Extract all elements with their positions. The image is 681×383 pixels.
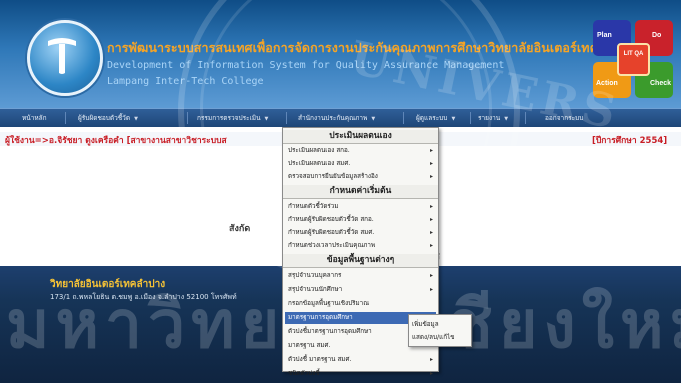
menu-divider: [286, 112, 287, 124]
menu-item-set-assessment-period[interactable]: กำหนดช่วงเวลาประเมินคุณภาพ ▸: [285, 240, 436, 252]
pdca-center-badge: LIT QA: [617, 43, 650, 76]
chevron-down-icon: ▼: [504, 116, 509, 122]
menu-item-logout[interactable]: ออกจากระบบ: [545, 113, 583, 123]
menu-item-self-assessment-onesqa[interactable]: ประเมินผลตนเอง สมศ. ▸: [285, 158, 436, 170]
menu-divider: [525, 112, 526, 124]
chevron-down-icon: ▼: [371, 116, 376, 122]
menu-item-student-summary[interactable]: สรุปจำนวนนักศึกษา ▸: [285, 284, 436, 296]
footer-address: 173/1 ถ.พหลโยธิน ต.ชมพู อ.เมือง จ.ลำปาง …: [50, 293, 237, 301]
menu-item-qa-office[interactable]: สำนักงานประกันคุณภาพ ▼: [298, 113, 375, 123]
submenu-add-data[interactable]: เพิ่มข้อมูล: [412, 319, 439, 329]
chevron-right-icon: ▸: [429, 173, 433, 180]
chevron-down-icon: ▼: [264, 116, 269, 122]
chevron-right-icon: ▸: [429, 203, 433, 210]
chevron-down-icon: ▼: [451, 116, 456, 122]
menu-item-onesqa-indicators[interactable]: ตัวบ่งชี้ มาตรฐาน สมศ. ▸: [285, 354, 436, 366]
menu-item-indicator-owner[interactable]: ผู้รับผิดชอบตัวชี้วัด ▼: [78, 113, 138, 123]
menu-divider: [65, 112, 66, 124]
header-banner: การพัฒนาระบบสารสนเทศเพื่อการจัดการงานประ…: [0, 0, 681, 108]
menu-item-verify-reference-data[interactable]: ตรวจสอบการยืนยันข้อมูลสร้างอิง ▸: [285, 171, 436, 183]
app-subtitle-english: Development of Information System for Qu…: [107, 60, 505, 71]
menu-divider: [470, 112, 471, 124]
menu-section-header-self-assessment: ประเมินผลตนเอง: [283, 130, 438, 144]
logged-in-user: ผู้ใช้งาน=>อ.จิรัชยา ดูงเครือคำ [สาขางาน…: [5, 136, 227, 146]
app-title-thai: การพัฒนาระบบสารสนเทศเพื่อการจัดการงานประ…: [107, 40, 635, 55]
menu-item-set-shared-indicators[interactable]: กำหนดตัวชี้วัดร่วม ▸: [285, 201, 436, 213]
menu-divider: [187, 112, 188, 124]
menu-item-quantitative-data-entry[interactable]: กรอกข้อมูลพื้นฐานเชิงปริมาณ: [285, 298, 436, 310]
chevron-right-icon: ▸: [429, 216, 433, 223]
menu-item-set-owner-onesqa[interactable]: กำหนดผู้รับผิดชอบตัวชี้วัด สมศ. ▸: [285, 227, 436, 239]
menu-section-header-basic-data: ข้อมูลพื้นฐานต่างๆ: [283, 254, 438, 268]
logo-emblem-icon: [48, 38, 76, 74]
college-name-english: Lampang Inter-Tech College: [107, 76, 264, 87]
menu-item-indicator-types[interactable]: ชนิดตัวบ่งชี้ ▸: [285, 368, 436, 380]
chevron-right-icon: ▸: [429, 356, 433, 363]
submenu-view-delete-edit[interactable]: แสดง/ลบ/แก้ไข: [412, 332, 455, 342]
chevron-right-icon: ▸: [429, 272, 433, 279]
academic-year: [ปีการศึกษา 2554]: [592, 136, 668, 146]
menu-item-admin[interactable]: ผู้ดูแลระบบ ▼: [416, 113, 455, 123]
chevron-right-icon: ▸: [429, 147, 433, 154]
chevron-right-icon: ▸: [429, 160, 433, 167]
menu-item-self-assessment-ohec[interactable]: ประเมินผลตนเอง สกอ. ▸: [285, 145, 436, 157]
chevron-right-icon: ▸: [429, 229, 433, 236]
menu-divider: [403, 112, 404, 124]
footer-college-name: วิทยาลัยอินเตอร์เทคลำปาง: [50, 279, 166, 290]
chevron-right-icon: ▸: [429, 370, 433, 377]
chevron-down-icon: ▼: [134, 116, 138, 122]
chevron-right-icon: ▸: [429, 242, 433, 249]
pdca-cycle-graphic: Plan Do Action Check LIT QA: [593, 20, 675, 100]
chevron-right-icon: ▸: [429, 286, 433, 293]
standards-submenu: เพิ่มข้อมูล แสดง/ลบ/แก้ไข: [408, 314, 472, 347]
menu-item-assessment-committee[interactable]: กรรมการตรวจประเมิน ▼: [197, 113, 268, 123]
menu-item-set-owner-ohec[interactable]: กำหนดผู้รับผิดชอบตัวชี้วัด สกอ. ▸: [285, 214, 436, 226]
menu-item-staff-summary[interactable]: สรุปจำนวนบุคลากร ▸: [285, 270, 436, 282]
main-menu-bar: หน้าหลัก ผู้รับผิดชอบตัวชี้วัด ▼ กรรมการต…: [0, 108, 681, 127]
affiliation-label: สังกัด: [229, 224, 251, 234]
menu-item-home[interactable]: หน้าหลัก: [22, 113, 47, 123]
menu-section-header-initial-settings: กำหนดค่าเริ่มต้น: [283, 185, 438, 199]
menu-item-reports[interactable]: รายงาน ▼: [478, 113, 508, 123]
